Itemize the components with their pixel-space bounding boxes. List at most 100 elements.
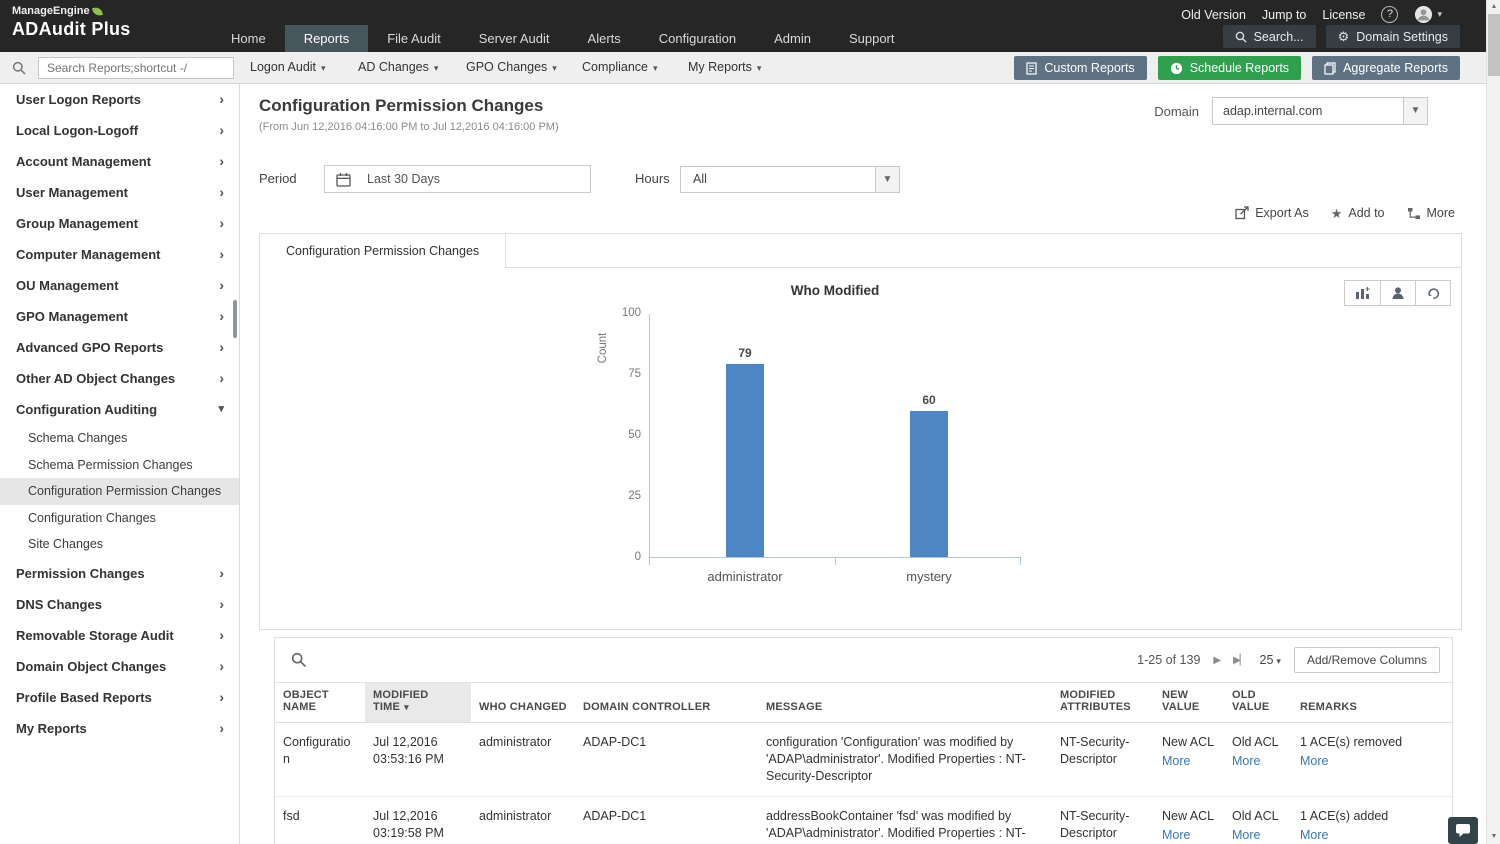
cell-object-name: fsd (275, 797, 365, 844)
nav-home[interactable]: Home (212, 25, 285, 52)
user-menu[interactable]: ▾ (1414, 5, 1442, 24)
nav-file-audit[interactable]: File Audit (368, 25, 459, 52)
page-title: Configuration Permission Changes (259, 96, 543, 116)
last-page-button[interactable]: ▶▏ (1233, 655, 1246, 666)
nav-alerts[interactable]: Alerts (569, 25, 640, 52)
remarks-more-link[interactable]: More (1300, 827, 1328, 844)
sidebar-item-computer-management[interactable]: Computer Management› (0, 239, 239, 270)
hours-dropdown[interactable]: All ▼ (680, 166, 900, 193)
old-version-link[interactable]: Old Version (1181, 8, 1246, 22)
nav-support[interactable]: Support (830, 25, 914, 52)
chevron-right-icon: › (219, 301, 224, 332)
more-actions-button[interactable]: More (1407, 206, 1455, 220)
old-value-more-link[interactable]: More (1232, 753, 1260, 770)
chevron-down-icon: ▾ (757, 63, 762, 73)
header-old-value[interactable]: OLD VALUE (1224, 683, 1292, 723)
sidebar-item-schema-changes[interactable]: Schema Changes (0, 425, 239, 452)
sidebar-item-advanced-gpo-reports[interactable]: Advanced GPO Reports› (0, 332, 239, 363)
menu-compliance[interactable]: Compliance▾ (582, 52, 658, 84)
header-modified-attributes[interactable]: MODIFIED ATTRIBUTES (1052, 683, 1154, 723)
export-icon (1235, 206, 1249, 220)
toolbar-buttons: Custom Reports Schedule Reports Aggregat… (1014, 56, 1460, 80)
old-value-text: Old ACL (1232, 735, 1279, 749)
chart-refresh-button[interactable] (1415, 281, 1450, 305)
sidebar-item-configuration-permission-changes[interactable]: Configuration Permission Changes (0, 478, 239, 505)
header-modified-time[interactable]: MODIFIED TIME▾ (365, 683, 471, 723)
sidebar-item-local-logon-logoff[interactable]: Local Logon-Logoff› (0, 115, 239, 146)
report-search-input[interactable] (38, 57, 234, 79)
header-new-value[interactable]: NEW VALUE (1154, 683, 1224, 723)
sidebar-item-ou-management[interactable]: OU Management› (0, 270, 239, 301)
old-value-more-link[interactable]: More (1232, 827, 1260, 844)
chart-type-button[interactable] (1345, 281, 1380, 305)
sidebar-item-group-management[interactable]: Group Management› (0, 208, 239, 239)
chevron-right-icon: › (219, 177, 224, 208)
page-scrollbar[interactable]: ▲ ▼ (1486, 0, 1500, 844)
tab-configuration-permission-changes[interactable]: Configuration Permission Changes (260, 234, 506, 268)
menu-logon-audit[interactable]: Logon Audit▾ (250, 52, 326, 84)
item-label: Domain Object Changes (16, 659, 166, 674)
report-search-icon[interactable] (12, 61, 26, 80)
help-icon[interactable]: ? (1381, 6, 1398, 23)
sidebar-item-permission-changes[interactable]: Permission Changes› (0, 558, 239, 589)
aggregate-reports-button[interactable]: Aggregate Reports (1312, 56, 1460, 80)
sidebar-item-removable-storage-audit[interactable]: Removable Storage Audit› (0, 620, 239, 651)
cell-modified-attributes: NT-Security-Descriptor (1052, 797, 1154, 844)
sidebar-scrollbar-thumb[interactable] (233, 300, 237, 338)
nav-admin[interactable]: Admin (755, 25, 830, 52)
sidebar-item-gpo-management[interactable]: GPO Management› (0, 301, 239, 332)
scrollbar-thumb[interactable] (1488, 14, 1500, 76)
scroll-down-arrow[interactable]: ▼ (1487, 830, 1500, 844)
export-as-button[interactable]: Export As (1235, 206, 1309, 220)
jump-to-link[interactable]: Jump to (1262, 8, 1306, 22)
domain-dropdown[interactable]: adap.internal.com ▼ (1212, 97, 1428, 125)
sidebar-item-dns-changes[interactable]: DNS Changes› (0, 589, 239, 620)
sidebar-item-configuration-changes[interactable]: Configuration Changes (0, 505, 239, 532)
new-value-more-link[interactable]: More (1162, 753, 1190, 770)
schedule-reports-button[interactable]: Schedule Reports (1158, 56, 1301, 80)
configuration-auditing-children: Schema Changes Schema Permission Changes… (0, 425, 239, 558)
header-object-name[interactable]: OBJECT NAME (275, 683, 365, 723)
sidebar-item-user-logon-reports[interactable]: User Logon Reports› (0, 84, 239, 115)
remarks-more-link[interactable]: More (1300, 753, 1328, 770)
feedback-chat-button[interactable] (1448, 817, 1478, 844)
chart-user-button[interactable] (1380, 281, 1415, 305)
page-size-dropdown[interactable]: 25▾ (1260, 653, 1281, 667)
sidebar-item-schema-permission-changes[interactable]: Schema Permission Changes (0, 452, 239, 479)
domain-settings-button[interactable]: ⚙ Domain Settings (1326, 25, 1460, 48)
nav-server-audit[interactable]: Server Audit (460, 25, 569, 52)
table-search-icon[interactable] (291, 652, 306, 672)
next-page-button[interactable]: ▶ (1213, 655, 1220, 666)
nav-reports[interactable]: Reports (285, 25, 369, 52)
menu-gpo-changes[interactable]: GPO Changes▾ (466, 52, 557, 84)
item-label: Account Management (16, 154, 151, 169)
brand-name: ManageEngine (12, 5, 90, 17)
header-who-changed[interactable]: WHO CHANGED (471, 683, 575, 723)
header-message[interactable]: MESSAGE (758, 683, 1052, 723)
header-remarks[interactable]: REMARKS (1292, 683, 1454, 723)
menu-my-reports[interactable]: My Reports▾ (688, 52, 761, 84)
add-remove-columns-button[interactable]: Add/Remove Columns (1294, 647, 1440, 673)
new-value-more-link[interactable]: More (1162, 827, 1190, 844)
period-picker[interactable]: Last 30 Days (324, 165, 591, 193)
scroll-up-arrow[interactable]: ▲ (1487, 0, 1500, 14)
menu-ad-changes[interactable]: AD Changes▾ (358, 52, 438, 84)
sidebar-item-site-changes[interactable]: Site Changes (0, 531, 239, 558)
sidebar-item-account-management[interactable]: Account Management› (0, 146, 239, 177)
header-domain-controller[interactable]: DOMAIN CONTROLLER (575, 683, 758, 723)
sidebar-item-my-reports[interactable]: My Reports› (0, 713, 239, 744)
leaf-icon (92, 5, 103, 16)
sidebar-item-domain-object-changes[interactable]: Domain Object Changes› (0, 651, 239, 682)
sidebar-item-user-management[interactable]: User Management› (0, 177, 239, 208)
sidebar-item-other-ad-object-changes[interactable]: Other AD Object Changes› (0, 363, 239, 394)
search-button[interactable]: Search... (1223, 25, 1316, 48)
filters-row: Period Last 30 Days Hours All ▼ (259, 165, 1259, 193)
cell-modified-time: Jul 12,2016 03:53:16 PM (365, 723, 471, 797)
nav-configuration[interactable]: Configuration (640, 25, 755, 52)
license-link[interactable]: License (1322, 8, 1365, 22)
custom-reports-button[interactable]: Custom Reports (1014, 56, 1146, 80)
chevron-down-icon: ▾ (653, 63, 658, 73)
sidebar-item-configuration-auditing[interactable]: Configuration Auditing▾ (0, 394, 239, 425)
add-to-button[interactable]: ★ Add to (1331, 206, 1385, 220)
sidebar-item-profile-based-reports[interactable]: Profile Based Reports› (0, 682, 239, 713)
